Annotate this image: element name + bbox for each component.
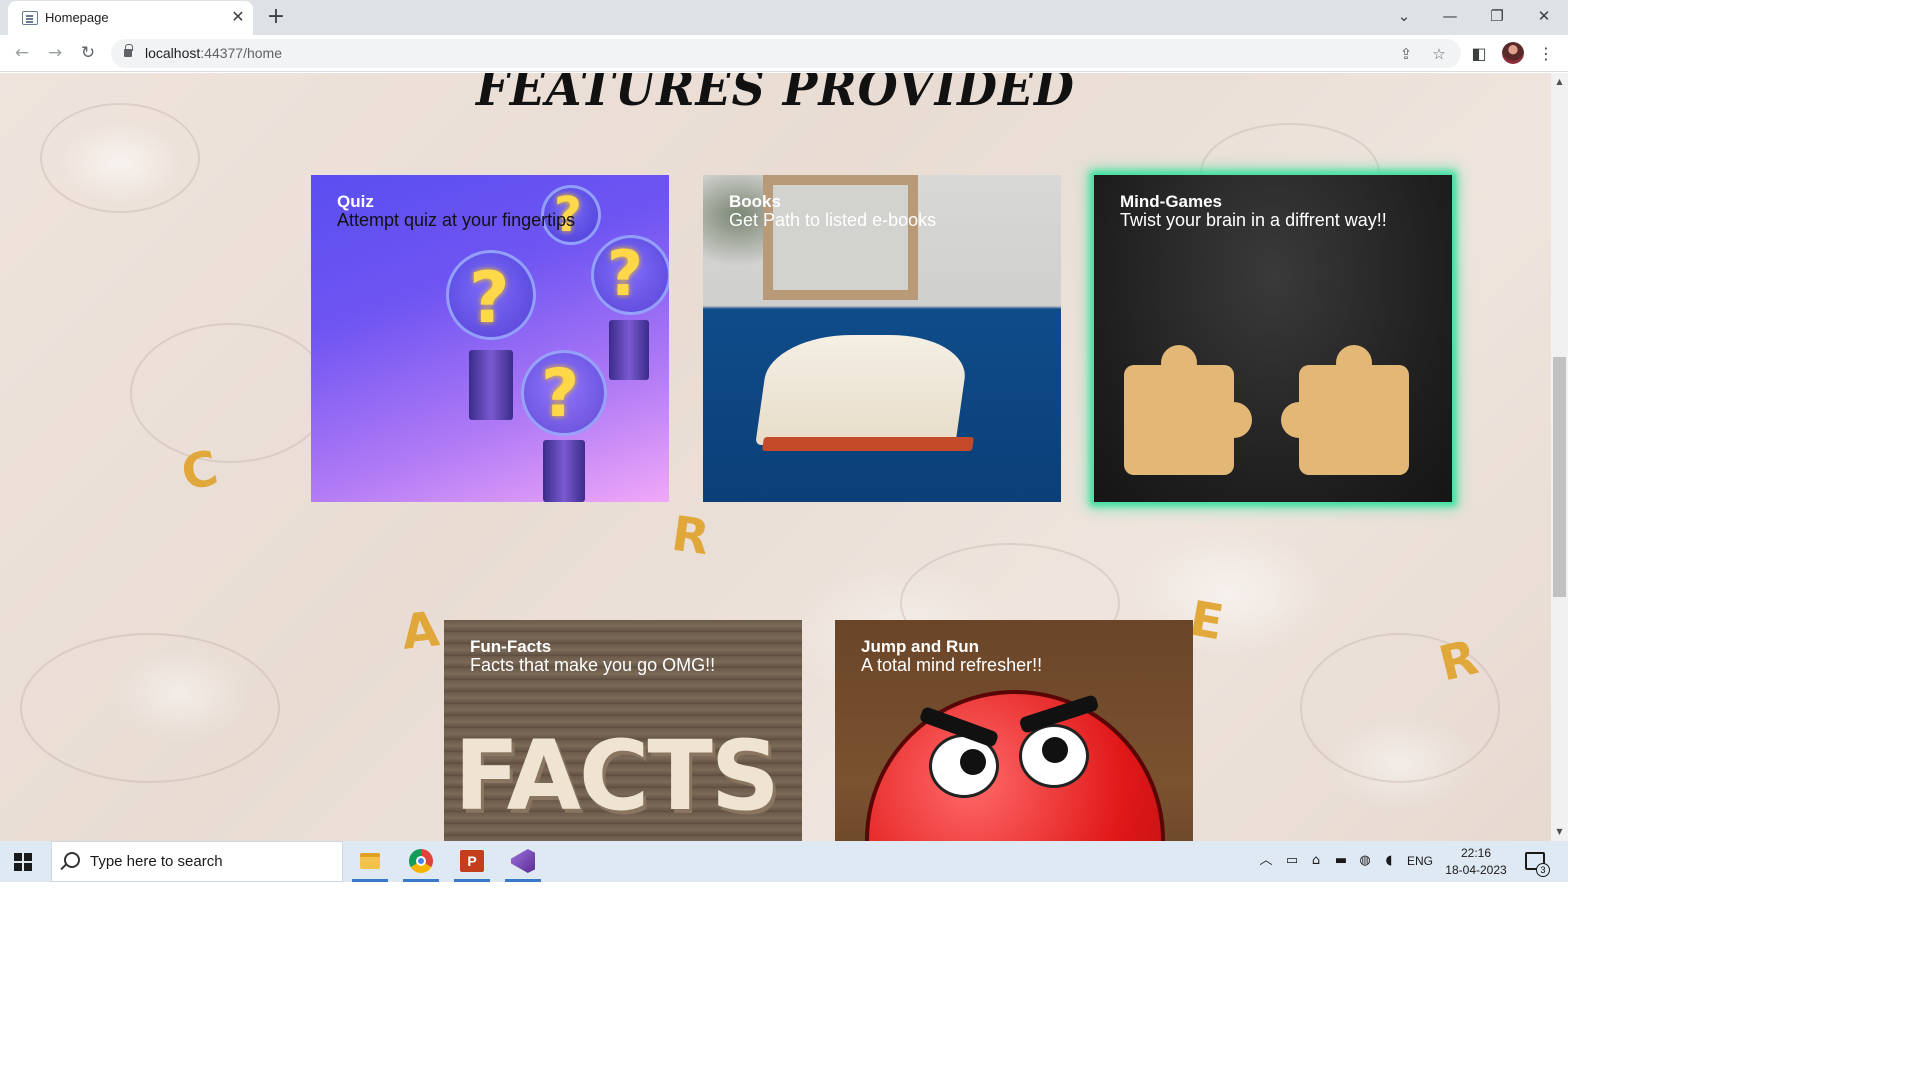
language-indicator[interactable]: ENG bbox=[1403, 851, 1437, 871]
notification-count-badge: 3 bbox=[1536, 863, 1550, 877]
puzzle-piece-icon bbox=[1281, 345, 1409, 475]
card-title: Quiz bbox=[337, 192, 374, 211]
feature-card-fun-facts[interactable]: FACTS Fun-Facts Facts that make you go O… bbox=[444, 620, 802, 841]
visual-studio-icon[interactable] bbox=[499, 841, 547, 882]
facts-image-text: FACTS bbox=[454, 720, 780, 832]
scrollbar-thumb[interactable] bbox=[1553, 357, 1566, 597]
minimize-button[interactable]: — bbox=[1435, 4, 1465, 28]
card-title: Jump and Run bbox=[861, 637, 980, 656]
url-text[interactable]: localhost:44377/home bbox=[145, 45, 282, 61]
question-mark-icon: ? bbox=[541, 355, 580, 432]
browser-tab[interactable]: Homepage ✕ bbox=[8, 1, 253, 35]
puzzle-piece-icon bbox=[1124, 345, 1252, 475]
card-description: Twist your brain in a diffrent way!! bbox=[1120, 210, 1387, 230]
browser-toolbar: ← → ↻ localhost:44377/home ⇪ ☆ ◧ ⋮ bbox=[0, 35, 1568, 72]
battery-icon[interactable]: ▬ bbox=[1330, 851, 1352, 871]
background-letter: A bbox=[399, 601, 442, 661]
picture-frame bbox=[763, 175, 918, 300]
question-mark-icon: ? bbox=[469, 257, 510, 339]
feature-card-jump-and-run[interactable]: Jump and Run A total mind refresher!! bbox=[835, 620, 1193, 841]
card-title: Fun-Facts bbox=[470, 637, 552, 656]
card-description: A total mind refresher!! bbox=[861, 655, 1043, 675]
tab-title: Homepage bbox=[45, 10, 109, 25]
card-title: Books bbox=[729, 192, 781, 211]
feature-card-quiz[interactable]: ? ? ? ? Quiz Attempt quiz at your finger… bbox=[311, 175, 669, 502]
card-title: Mind-Games bbox=[1120, 192, 1223, 211]
bulb-base bbox=[469, 350, 513, 420]
book-cover bbox=[762, 437, 974, 451]
browser-tab-strip: Homepage ✕ + ⌄ — ❐ ✕ bbox=[0, 0, 1568, 35]
show-hidden-icons-chevron-icon[interactable]: ︿ bbox=[1256, 851, 1276, 871]
chrome-icon[interactable] bbox=[397, 841, 445, 882]
windows-taskbar: Type here to search P ︿ ▭ ⌂ ▬ ◍ ◖ ENG 22… bbox=[0, 841, 1568, 882]
scroll-down-arrow-icon[interactable]: ▼ bbox=[1551, 825, 1568, 839]
kebab-menu-icon[interactable]: ⋮ bbox=[1534, 42, 1558, 66]
open-book-icon bbox=[755, 335, 971, 445]
meet-now-icon[interactable]: ▭ bbox=[1282, 851, 1302, 871]
page-heading: FEATURES PROVIDED bbox=[476, 73, 1075, 117]
bookmark-star-icon[interactable]: ☆ bbox=[1428, 43, 1450, 65]
card-description: Attempt quiz at your fingertips bbox=[337, 210, 576, 230]
back-arrow-icon[interactable]: ← bbox=[10, 41, 34, 65]
bulb-base bbox=[543, 440, 585, 502]
profile-avatar[interactable] bbox=[1502, 42, 1524, 64]
feature-card-books[interactable]: Books Get Path to listed e-books bbox=[703, 175, 1061, 502]
tab-search-icon[interactable]: ⌄ bbox=[1389, 4, 1419, 28]
search-placeholder: Type here to search bbox=[90, 853, 223, 870]
clock-time: 22:16 bbox=[1460, 846, 1492, 860]
puzzle-piece-outline bbox=[40, 103, 200, 213]
clock-date: 18-04-2023 bbox=[1445, 863, 1507, 877]
onedrive-sync-icon[interactable]: ⌂ bbox=[1306, 851, 1326, 871]
window-close-button[interactable]: ✕ bbox=[1529, 4, 1559, 28]
card-description: Get Path to listed e-books bbox=[729, 210, 937, 230]
powerpoint-icon[interactable]: P bbox=[448, 841, 496, 882]
lock-icon[interactable] bbox=[124, 44, 133, 57]
question-mark-icon: ? bbox=[607, 237, 643, 310]
volume-icon[interactable]: ◖ bbox=[1379, 851, 1399, 871]
card-description: Facts that make you go OMG!! bbox=[470, 655, 716, 675]
network-globe-icon[interactable]: ◍ bbox=[1355, 851, 1375, 871]
reload-icon[interactable]: ↻ bbox=[76, 41, 100, 65]
windows-start-icon[interactable] bbox=[14, 853, 32, 871]
background-letter: R bbox=[668, 505, 713, 567]
restore-button[interactable]: ❐ bbox=[1482, 4, 1512, 28]
page-viewport: C R A E R FEATURES PROVIDED ? ? ? ? Quiz… bbox=[0, 73, 1551, 841]
search-icon bbox=[64, 852, 80, 868]
taskbar-clock[interactable]: 22:16 18-04-2023 bbox=[1440, 845, 1512, 879]
forward-arrow-icon[interactable]: → bbox=[43, 41, 67, 65]
page-scrollbar[interactable]: ▲ ▼ bbox=[1551, 73, 1568, 841]
puzzle-piece-outline bbox=[20, 633, 280, 783]
scroll-up-arrow-icon[interactable]: ▲ bbox=[1551, 75, 1568, 89]
puzzle-piece-outline bbox=[130, 323, 330, 463]
feature-card-mind-games[interactable]: Mind-Games Twist your brain in a diffren… bbox=[1094, 175, 1452, 502]
share-icon[interactable]: ⇪ bbox=[1395, 43, 1417, 65]
side-panel-icon[interactable]: ◧ bbox=[1467, 42, 1491, 66]
new-tab-button[interactable]: + bbox=[264, 5, 288, 29]
file-explorer-icon[interactable] bbox=[346, 841, 394, 882]
page-favicon-icon bbox=[22, 11, 38, 25]
tab-close-icon[interactable]: ✕ bbox=[229, 8, 247, 26]
taskbar-search-box[interactable]: Type here to search bbox=[51, 841, 343, 882]
address-bar[interactable]: localhost:44377/home ⇪ ☆ bbox=[111, 39, 1461, 68]
bulb-base bbox=[609, 320, 649, 380]
